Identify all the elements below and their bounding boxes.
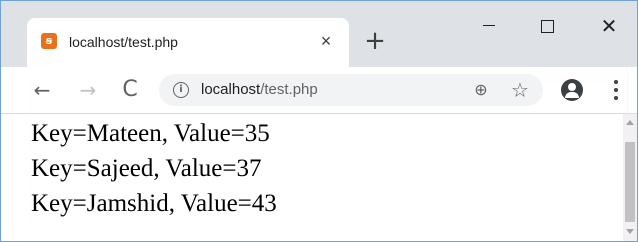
more-menu-icon[interactable]: [611, 79, 621, 101]
menu-dot: [614, 88, 618, 92]
address-bar[interactable]: i localhost/test.php ⊕ ☆: [159, 74, 543, 106]
tab-title: localhost/test.php: [69, 34, 178, 50]
menu-dot: [614, 96, 618, 100]
back-button[interactable]: ←: [29, 77, 55, 103]
output-line: Key=Sajeed, Value=37: [31, 155, 262, 182]
avatar-body: [565, 92, 579, 98]
scroll-up-arrow-icon[interactable]: [626, 120, 634, 125]
tab-active[interactable]: ꞩ localhost/test.php ×: [27, 18, 349, 67]
minimize-icon: [483, 25, 495, 26]
menu-dot: [614, 80, 618, 84]
new-tab-button[interactable]: +: [361, 27, 389, 55]
tab-close-icon[interactable]: ×: [315, 30, 337, 52]
forward-button[interactable]: →: [75, 77, 101, 103]
tab-strip: ꞩ localhost/test.php × + ✕: [1, 1, 637, 67]
minimize-button[interactable]: [469, 11, 509, 41]
browser-toolbar: ← → C i localhost/test.php ⊕ ☆: [1, 67, 637, 114]
close-window-button[interactable]: ✕: [589, 11, 629, 41]
vertical-scrollbar[interactable]: [623, 114, 637, 241]
output-line: Key=Jamshid, Value=43: [31, 190, 277, 217]
maximize-button[interactable]: [527, 11, 567, 41]
avatar-head: [568, 83, 576, 91]
url-text[interactable]: localhost/test.php: [201, 81, 318, 99]
url-host: localhost: [201, 81, 261, 98]
xampp-favicon-icon: ꞩ: [41, 33, 57, 49]
page-content: Key=Mateen, Value=35 Key=Sajeed, Value=3…: [1, 114, 623, 241]
maximize-icon: [541, 20, 554, 33]
zoom-icon[interactable]: ⊕: [471, 80, 491, 100]
browser-window: ꞩ localhost/test.php × + ✕ ← → C i local…: [0, 0, 638, 242]
bookmark-star-icon[interactable]: ☆: [509, 79, 531, 101]
scroll-thumb[interactable]: [625, 142, 635, 222]
output-line: Key=Mateen, Value=35: [31, 120, 270, 147]
profile-avatar-icon[interactable]: [561, 79, 583, 101]
site-info-icon[interactable]: i: [173, 82, 189, 98]
reload-button[interactable]: C: [117, 77, 143, 103]
scroll-down-arrow-icon[interactable]: [626, 229, 634, 234]
url-path: /test.php: [260, 81, 318, 98]
